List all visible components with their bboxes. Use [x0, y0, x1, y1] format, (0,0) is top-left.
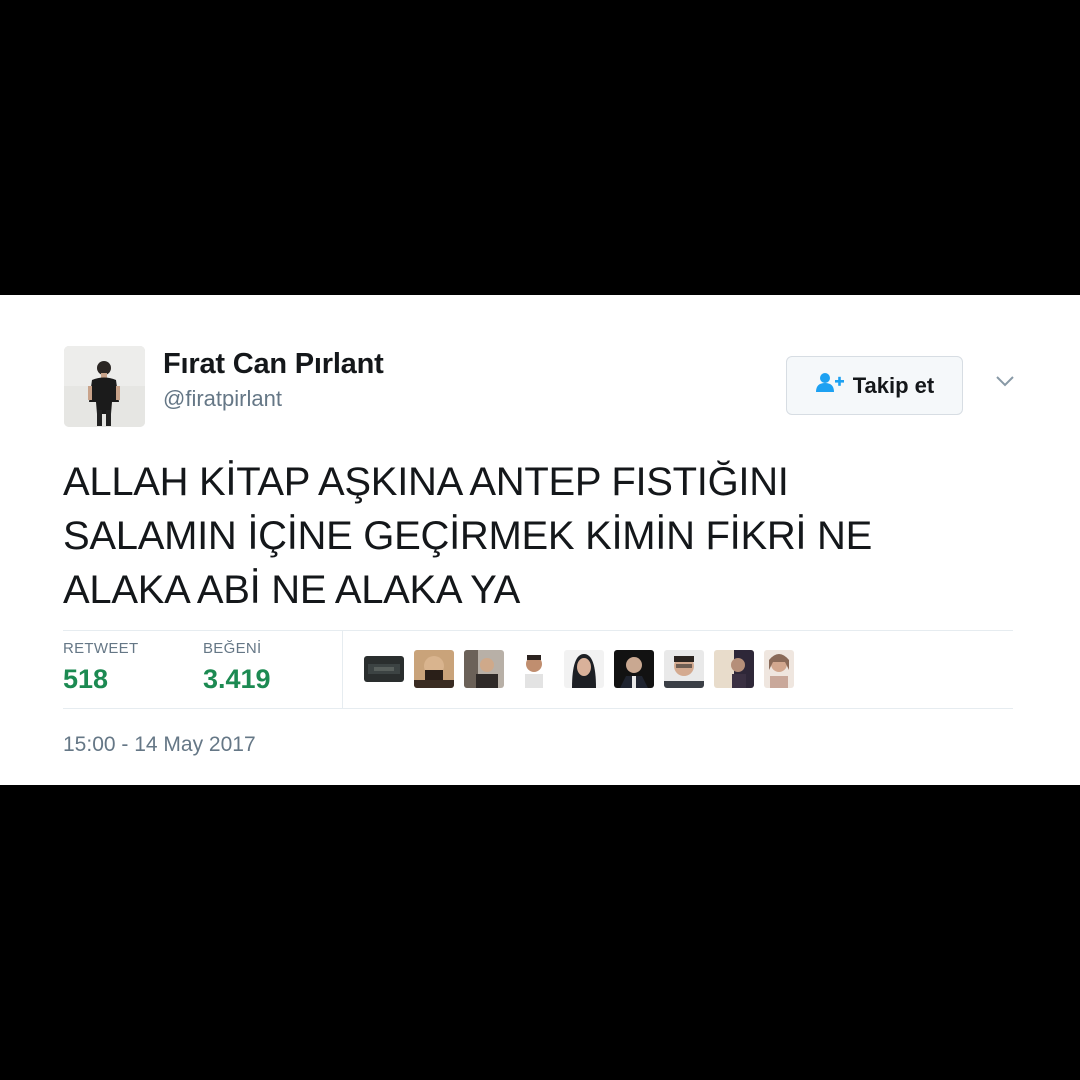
- liker-avatar[interactable]: [664, 650, 704, 688]
- retweet-label: RETWEET: [63, 640, 139, 657]
- like-count[interactable]: 3.419: [203, 664, 271, 695]
- liker-avatar[interactable]: [464, 650, 504, 688]
- avatar[interactable]: [64, 346, 145, 427]
- user-handle[interactable]: @firatpirlant: [163, 386, 282, 412]
- liker-avatar[interactable]: [764, 650, 794, 688]
- tweet-text-line: ALAKA ABİ NE ALAKA YA: [63, 568, 520, 612]
- tweet-text-line: ALLAH KİTAP AŞKINA ANTEP FISTIĞINI: [63, 460, 789, 504]
- divider: [63, 630, 1013, 631]
- liker-avatar[interactable]: [714, 650, 754, 688]
- divider: [63, 708, 1013, 709]
- add-user-icon: [815, 372, 845, 399]
- liker-avatar[interactable]: [614, 650, 654, 688]
- follow-button[interactable]: Takip et: [786, 356, 963, 415]
- tweet-text: ALLAH KİTAP AŞKINA ANTEP FISTIĞINI SALAM…: [63, 455, 1023, 617]
- divider: [342, 630, 343, 708]
- chevron-down-icon[interactable]: [994, 372, 1016, 390]
- retweet-count[interactable]: 518: [63, 664, 108, 695]
- liker-avatar[interactable]: [414, 650, 454, 688]
- liker-avatar[interactable]: [364, 656, 404, 682]
- tweet-text-line: SALAMIN İÇİNE GEÇİRMEK KİMİN FİKRİ NE: [63, 514, 873, 558]
- liker-avatar[interactable]: [514, 650, 554, 688]
- profile-photo: [64, 346, 145, 427]
- like-label: BEĞENİ: [203, 640, 262, 657]
- liker-avatar[interactable]: [564, 650, 604, 688]
- follow-button-label: Takip et: [852, 372, 935, 398]
- tweet-timestamp[interactable]: 15:00 - 14 May 2017: [63, 733, 256, 757]
- display-name[interactable]: Fırat Can Pırlant: [163, 348, 384, 381]
